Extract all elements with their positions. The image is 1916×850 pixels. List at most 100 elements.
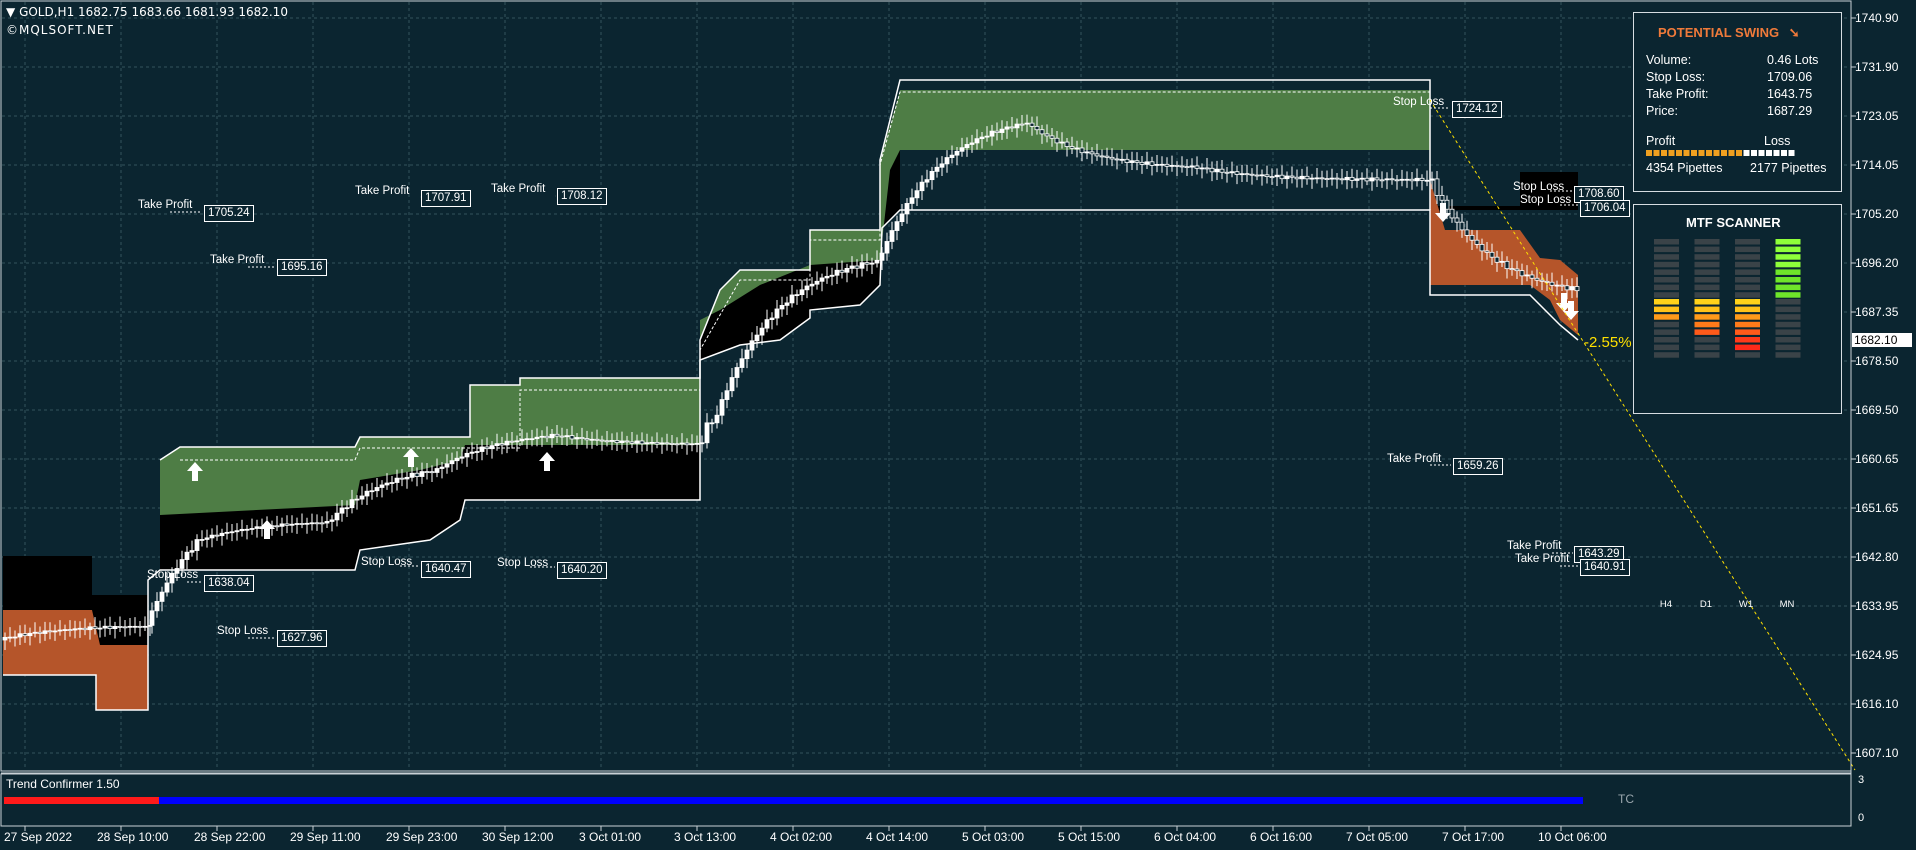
candle-body [1464,229,1470,236]
time-tick: 5 Oct 15:00 [1058,830,1121,844]
candle-body [107,625,113,629]
candle-body [1399,178,1405,181]
annotation-value: 1707.91 [421,190,471,207]
mtf-up-segment [1775,261,1801,268]
candle-body [1204,167,1210,170]
candle-body [564,435,570,438]
candle-body [1039,129,1045,135]
candle-body [1049,135,1055,139]
candle-body [904,203,910,215]
price-tick: 1616.10 [1855,697,1899,711]
mtf-down-segment [1694,337,1720,343]
time-tick: 3 Oct 13:00 [674,830,737,844]
price-chart[interactable] [0,0,1916,850]
candle-body [1009,126,1015,129]
mtf-down-segment [1694,344,1720,351]
timeframe-mn[interactable]: MN [1774,599,1800,610]
candle-body [1274,174,1280,178]
candle-body [694,442,700,445]
candle-body [254,526,260,529]
candle-body [1479,244,1485,252]
mtf-down-segment [1654,314,1679,320]
annotation-value: 1659.26 [1453,458,1503,475]
candle-body [579,437,585,439]
mtf-down-segment [1654,299,1679,305]
candle-body [1114,158,1120,161]
price-tick: 1624.95 [1855,648,1899,662]
time-tick: 5 Oct 03:00 [962,830,1025,844]
candle-body [479,446,485,452]
pl-bar-segment [1758,150,1765,156]
candle-body [919,181,925,192]
candle-body [429,471,435,474]
candle-body [1099,155,1105,158]
mtf-down-segment [1694,329,1720,335]
candle-body [589,438,595,441]
symbol-info: GOLD,H1 1682.75 1683.66 1681.93 1682.10 [19,5,288,19]
symbol-header[interactable]: ▼ GOLD,H1 1682.75 1683.66 1681.93 1682.1… [6,5,288,19]
candle-body [1309,177,1315,180]
candle-body [62,629,68,631]
timeframe-w1[interactable]: W1 [1733,599,1759,610]
timeframe-d1[interactable]: D1 [1693,599,1719,610]
time-tick: 28 Sep 10:00 [97,830,169,844]
candle-body [999,128,1005,133]
mtf-up-segment [1735,239,1760,245]
candle-body [1214,168,1220,173]
candle-body [1549,281,1555,286]
candle-body [594,438,600,441]
candle-body [1109,156,1115,160]
annotation-label: Stop Loss [1393,96,1445,108]
annotation-value: 1627.96 [277,630,327,647]
candle-body [194,539,200,551]
candle-body [117,626,123,628]
annotation-value: 1705.24 [204,205,254,222]
candle-body [709,422,715,425]
candle-body [989,130,995,137]
candle-body [1554,284,1560,287]
candle-body [1014,123,1020,129]
candle-body [1159,163,1165,166]
candle-body [554,433,560,437]
candle-body [809,283,815,287]
candle-body [979,136,985,140]
pl-bar-segment [1661,150,1667,156]
candle-body [1419,177,1425,181]
indicator-tag: TC [1618,792,1634,806]
candle-body [744,349,750,360]
pl-bar-segment [1691,150,1697,156]
candle-body [189,550,195,553]
candle-body [67,629,73,631]
candle-body [1054,137,1060,144]
annotation-label: Stop Loss [147,569,199,581]
candle-body [184,551,190,560]
mtf-up-segment [1735,284,1760,291]
candle-body [499,443,505,446]
candle-body [1034,125,1040,131]
candle-body [1454,217,1460,223]
candle-body [1024,122,1030,125]
candle-body [504,440,510,446]
timeframe-h4[interactable]: H4 [1653,599,1679,610]
candle-body [1259,174,1265,177]
collapse-triangle-icon[interactable]: ▼ [6,5,15,19]
price-tick: 1740.90 [1855,11,1899,25]
mtf-up-segment [1694,277,1720,283]
candle-body [779,305,785,310]
candle-body [864,262,870,265]
candle-body [1244,173,1250,176]
candle-body [1254,174,1260,177]
candle-body [619,440,625,444]
mtf-up-segment [1654,284,1679,291]
volume-label: Volume: [1646,53,1692,67]
candle-body [1424,179,1430,182]
volume-value: 0.46 Lots [1767,53,1819,67]
candle-body [539,435,545,438]
mtf-down-segment [1775,306,1801,313]
candle-body [829,274,835,277]
mtf-down-segment [1735,314,1760,320]
time-tick: 4 Oct 14:00 [866,830,929,844]
candle-body [284,523,290,526]
trading-chart-window: ▼ GOLD,H1 1682.75 1683.66 1681.93 1682.1… [0,0,1916,850]
down-right-arrow-icon: ➘ [1788,25,1800,40]
